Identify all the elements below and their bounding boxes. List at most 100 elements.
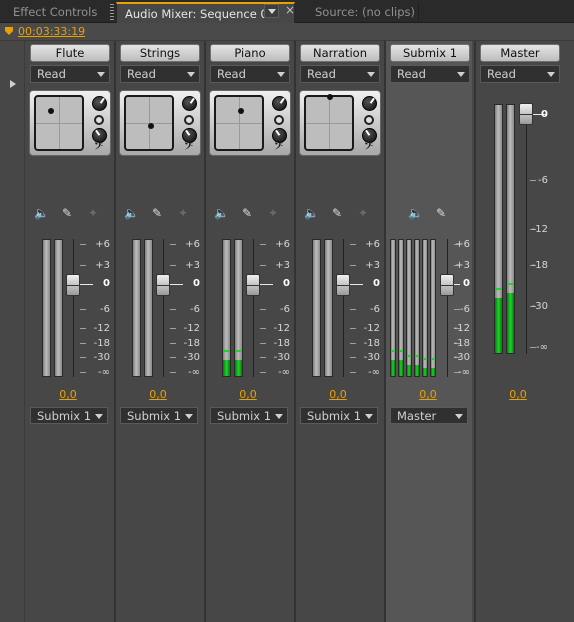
speaker-icon[interactable]: 🔈: [408, 206, 423, 220]
track-name-button[interactable]: Strings: [120, 44, 200, 62]
center-knob[interactable]: [94, 115, 104, 125]
solo-icon[interactable]: ✦: [266, 206, 280, 220]
scale-tick: -6: [460, 304, 470, 315]
automation-label: Read: [487, 67, 516, 81]
track-name-button[interactable]: Master: [480, 44, 560, 62]
meter-fill: [223, 360, 230, 376]
volume-fader[interactable]: [156, 274, 170, 296]
scale-tick: +6: [275, 239, 290, 250]
level-meter-right: [144, 239, 153, 377]
volume-value[interactable]: 0,0: [408, 388, 448, 401]
output-select[interactable]: Submix 1: [300, 407, 378, 424]
speaker-icon[interactable]: 🔈: [214, 206, 229, 220]
panner-field[interactable]: [214, 95, 264, 151]
volume-value[interactable]: 0,0: [138, 388, 178, 401]
automation-select[interactable]: Read: [390, 65, 470, 83]
automation-select[interactable]: Read: [300, 65, 380, 83]
meter-peak: [507, 283, 514, 285]
close-icon[interactable]: ×: [285, 3, 295, 17]
panner-point[interactable]: [238, 108, 244, 114]
tab-audio-mixer-label: Audio Mixer: Sequence 04: [125, 7, 276, 21]
panner-point[interactable]: [148, 123, 154, 129]
fader-track: [253, 239, 254, 377]
volume-value[interactable]: 0,0: [498, 388, 538, 401]
center-knob[interactable]: [364, 115, 374, 125]
volume-fader[interactable]: [66, 274, 80, 296]
solo-icon[interactable]: ✦: [356, 206, 370, 220]
output-label: Submix 1: [307, 409, 362, 423]
panner-field[interactable]: [124, 95, 174, 151]
fader-track: [73, 239, 74, 377]
volume-value[interactable]: 0,0: [48, 388, 88, 401]
volume-value[interactable]: 0,0: [228, 388, 268, 401]
level-meters: [42, 239, 64, 377]
tab-effect-controls[interactable]: Effect Controls: [0, 2, 108, 23]
treble-knob[interactable]: [272, 96, 287, 111]
tab-source[interactable]: Source: (no clips): [302, 2, 417, 23]
record-icon[interactable]: ✎: [240, 206, 254, 220]
automation-select[interactable]: Read: [30, 65, 110, 83]
automation-select[interactable]: Read: [210, 65, 290, 83]
speaker-icon[interactable]: 🔈: [124, 206, 139, 220]
scale-tick: +6: [185, 239, 200, 250]
track-name-button[interactable]: Flute: [30, 44, 110, 62]
volume-value[interactable]: 0,0: [318, 388, 358, 401]
treble-knob[interactable]: [362, 96, 377, 111]
meter-fill: [399, 360, 403, 376]
panner-control[interactable]: 𝄢: [29, 90, 111, 156]
bass-clef-icon: 𝄢: [94, 140, 104, 156]
record-icon[interactable]: ✎: [60, 206, 74, 220]
panner-control[interactable]: 𝄢: [299, 90, 381, 156]
track-name-button[interactable]: Piano: [210, 44, 290, 62]
scale-tick: 0: [373, 278, 380, 289]
volume-fader[interactable]: [246, 274, 260, 296]
speaker-icon[interactable]: 🔈: [34, 206, 49, 220]
tab-grip-icon[interactable]: [110, 4, 114, 20]
panner-point[interactable]: [48, 108, 54, 114]
solo-icon[interactable]: ✦: [176, 206, 190, 220]
record-icon[interactable]: ✎: [434, 206, 448, 220]
scale-tick: 0: [193, 278, 200, 289]
meter-peak: [391, 350, 395, 352]
output-select[interactable]: Submix 1: [210, 407, 288, 424]
output-select[interactable]: Master: [390, 407, 468, 424]
bass-clef-icon: 𝄢: [184, 140, 194, 156]
level-meter-right: [234, 239, 243, 377]
meter-peak: [407, 355, 411, 357]
output-select[interactable]: Submix 1: [30, 407, 108, 424]
scale-tick: -∞: [458, 367, 470, 378]
panner-control[interactable]: 𝄢: [209, 90, 291, 156]
scale-tick: -∞: [188, 367, 200, 378]
automation-select[interactable]: Read: [480, 65, 560, 83]
automation-select[interactable]: Read: [120, 65, 200, 83]
level-scale: +6 +3 0 -6 -12 -18 -30 -∞: [440, 239, 470, 379]
speaker-icon[interactable]: 🔈: [304, 206, 319, 220]
output-select[interactable]: Submix 1: [120, 407, 198, 424]
track-icons: 🔈 ✎ ✦: [214, 206, 286, 222]
record-icon[interactable]: ✎: [150, 206, 164, 220]
center-knob[interactable]: [274, 115, 284, 125]
track-name-button[interactable]: Submix 1: [390, 44, 470, 62]
solo-icon[interactable]: ✦: [86, 206, 100, 220]
expand-arrow-icon[interactable]: [10, 80, 16, 88]
panner-field[interactable]: [304, 94, 354, 151]
timecode-display[interactable]: 00:03:33:19: [18, 25, 85, 38]
chevron-down-icon: [97, 72, 105, 77]
scale-tick: -∞: [98, 367, 110, 378]
meter-fill: [507, 293, 514, 353]
panel-menu-button[interactable]: [264, 4, 279, 18]
volume-fader[interactable]: [336, 274, 350, 296]
scale-tick: -6: [370, 304, 380, 315]
treble-knob[interactable]: [92, 96, 107, 111]
center-knob[interactable]: [184, 115, 194, 125]
treble-knob[interactable]: [182, 96, 197, 111]
panner-field[interactable]: [34, 95, 84, 151]
track-strip-strings: Strings Read 𝄢 🔈 ✎ ✦ +6 +3 0 -6 -12 -18 …: [116, 41, 202, 622]
level-meter-left: [222, 239, 231, 377]
chevron-down-icon: [457, 72, 465, 77]
panner-control[interactable]: 𝄢: [119, 90, 201, 156]
panner-point[interactable]: [327, 94, 333, 100]
fader-track: [343, 239, 344, 377]
track-name-button[interactable]: Narration: [300, 44, 380, 62]
record-icon[interactable]: ✎: [330, 206, 344, 220]
